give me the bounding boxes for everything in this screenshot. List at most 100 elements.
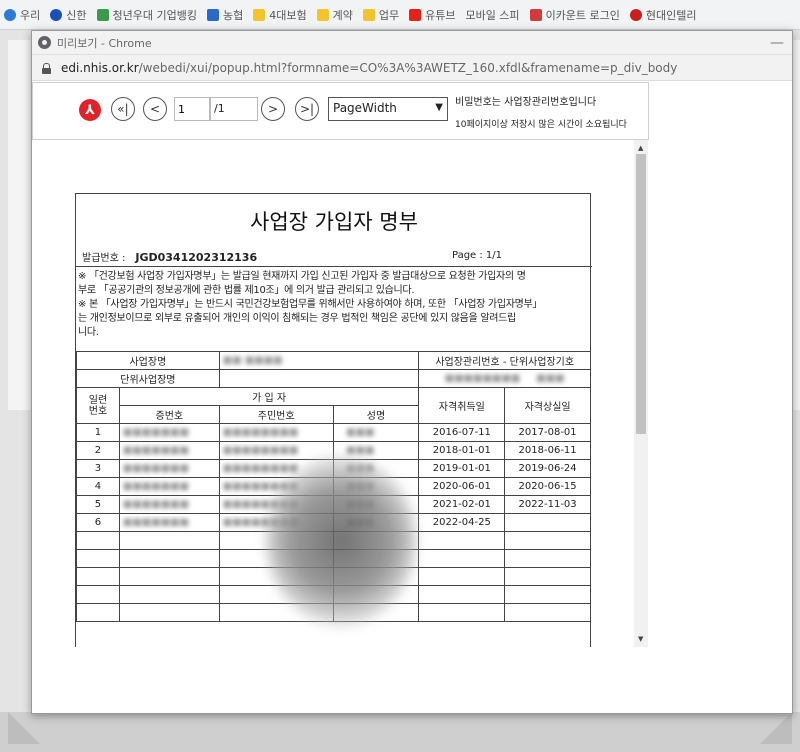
row-serial: 5 xyxy=(76,495,120,514)
bookmark-work[interactable]: 업무 xyxy=(362,7,399,23)
row-serial: 6 xyxy=(76,513,120,532)
table-row: 1 ■■■■■■■ ■■■■■■■■ ■■■ 2016-07-11 2017-0… xyxy=(76,423,591,442)
note-line: ※ 본 「사업장 가입자명부」는 반드시 국민건강보험업무를 위해서만 사용하여… xyxy=(78,299,543,310)
prev-page-button[interactable]: < xyxy=(143,97,167,121)
row-cert-no: ■■■■■■■ xyxy=(118,423,220,442)
document-scrollbar[interactable]: ▲ ▼ xyxy=(634,140,648,647)
bookmark-contract[interactable]: 계약 xyxy=(316,7,353,23)
business-name-label: 사업장명 xyxy=(76,351,220,370)
unit-business-label: 단위사업장명 xyxy=(76,369,220,388)
window-titlebar[interactable]: 미리보기 - Chrome — xyxy=(32,31,792,55)
resize-corner-left xyxy=(8,712,40,744)
url-domain: edi.nhis.or.kr xyxy=(61,60,139,75)
resident-no-header: 주민번호 xyxy=(218,405,334,424)
row-serial: 3 xyxy=(76,459,120,478)
background-panel-left xyxy=(8,40,32,410)
row-cert-no: ■■■■■■■ xyxy=(118,441,220,460)
document-notes: ※ 「건강보험 사업장 가입자명부」는 발급일 현재까지 가입 신고된 가입자 … xyxy=(76,266,592,343)
row-lost-date: 2018-06-11 xyxy=(504,441,591,460)
row-cert-no: ■■■■■■■ xyxy=(118,495,220,514)
row-lost-date: 2020-06-15 xyxy=(504,477,591,496)
pdf-export-icon[interactable]: ⅄ xyxy=(79,99,101,121)
document-title: 사업장 가입자 명부 xyxy=(250,210,418,234)
row-serial: 4 xyxy=(76,477,120,496)
bookmark-youth-bank[interactable]: 청년우대 기업뱅킹 xyxy=(96,7,197,23)
address-bar[interactable]: edi.nhis.or.kr/webedi/xui/popup.html?for… xyxy=(32,55,792,81)
folder-icon xyxy=(362,8,375,21)
window-title: 미리보기 - Chrome xyxy=(57,36,152,50)
subscriber-header: 가 입 자 xyxy=(118,387,420,406)
scroll-up-icon[interactable]: ▲ xyxy=(638,144,643,152)
folder-icon xyxy=(316,8,329,21)
background-bottom xyxy=(0,712,800,752)
page-number-input[interactable] xyxy=(174,97,210,121)
youtube-icon xyxy=(409,8,422,21)
name-header: 성명 xyxy=(332,405,420,424)
bookmark-youtube[interactable]: 유튜브 xyxy=(409,7,455,23)
folder-icon xyxy=(253,8,266,21)
bookmark-nonghyup[interactable]: 농협 xyxy=(206,7,243,23)
row-lost-date: 2022-11-03 xyxy=(504,495,591,514)
row-acquired-date: 2022-04-25 xyxy=(418,513,506,532)
row-acquired-date: 2016-07-11 xyxy=(418,423,506,442)
lost-date-header: 자격상실일 xyxy=(504,387,591,424)
zoom-select[interactable]: PageWidth ▼ xyxy=(328,97,448,121)
note-line: ※ 「건강보험 사업장 가입자명부」는 발급일 현재까지 가입 신고된 가입자 … xyxy=(78,271,526,282)
row-lost-date: 2017-08-01 xyxy=(504,423,591,442)
bookmark-woori[interactable]: 우리 xyxy=(4,7,40,23)
next-page-button[interactable]: > xyxy=(261,97,285,121)
lock-icon xyxy=(42,62,51,74)
report-viewer: ⅄ «| < /1 > >| PageWidth ▼ 비밀번호는 사업장관리번호… xyxy=(32,82,792,647)
row-cert-no: ■■■■■■■ xyxy=(118,459,220,478)
row-serial: 1 xyxy=(76,423,120,442)
row-lost-date: 2019-06-24 xyxy=(504,459,591,478)
business-name-value: ■■ ■■■■ xyxy=(218,351,420,370)
woori-icon xyxy=(4,8,16,21)
note-line: 부로 「공공기관의 정보공개에 관한 법률 제10조」에 의거 발급 관리되고 … xyxy=(78,285,415,296)
note-line: 니다. xyxy=(78,327,99,338)
bookmark-hyundai[interactable]: 현대인텔리 xyxy=(629,7,697,23)
first-page-button[interactable]: «| xyxy=(111,97,135,121)
bookmark-ecount[interactable]: 이카운트 로그인 xyxy=(529,7,620,23)
minimize-icon[interactable]: — xyxy=(770,35,784,51)
row-serial: 2 xyxy=(76,441,120,460)
row-acquired-date: 2018-01-01 xyxy=(418,441,506,460)
cert-no-header: 증번호 xyxy=(118,405,220,424)
url-path: /webedi/xui/popup.html?formname=CO%3A%3A… xyxy=(138,60,678,75)
scroll-down-icon[interactable]: ▼ xyxy=(638,635,643,643)
note-line: 는 개인정보이므로 외부로 유출되어 개인의 이익이 침해되는 경우 법적인 책… xyxy=(78,313,516,324)
bookmark-shinhan[interactable]: 신한 xyxy=(50,7,87,23)
row-resident-no: ■■■■■■■■ xyxy=(218,423,334,442)
shinhan-icon xyxy=(50,8,63,21)
page-total: /1 xyxy=(210,97,258,121)
bookmark-insurance[interactable]: 4대보험 xyxy=(253,7,307,23)
scroll-thumb[interactable] xyxy=(636,154,646,434)
chevron-down-icon: ▼ xyxy=(435,102,443,113)
viewer-toolbar: ⅄ «| < /1 > >| PageWidth ▼ 비밀번호는 사업장관리번호… xyxy=(32,82,649,140)
member-register-document: 사업장 가입자 명부 발급번호 : JGD0341202312136 Page :… xyxy=(75,193,592,647)
save-time-notice: 10페이지이상 저장시 많은 시간이 소요됩니다 xyxy=(455,120,627,130)
acquired-date-header: 자격취득일 xyxy=(418,387,506,424)
issue-number-row: 발급번호 : JGD0341202312136 xyxy=(82,249,257,264)
document-area: 사업장 가입자 명부 발급번호 : JGD0341202312136 Page :… xyxy=(32,140,649,647)
redaction-blur xyxy=(266,456,416,626)
youth-bank-icon xyxy=(96,8,109,21)
business-mgmt-no-value: ■■■■■■■■ ■■■ xyxy=(418,369,591,388)
hyundai-icon xyxy=(629,8,642,21)
last-page-button[interactable]: >| xyxy=(295,97,319,121)
row-cert-no: ■■■■■■■ xyxy=(118,513,220,532)
chrome-icon xyxy=(38,36,51,49)
password-notice: 비밀번호는 사업장관리번호입니다 xyxy=(455,97,597,108)
row-cert-no: ■■■■■■■ xyxy=(118,477,220,496)
row-name: ■■■ xyxy=(332,423,420,442)
row-acquired-date: 2020-06-01 xyxy=(418,477,506,496)
zoom-value: PageWidth xyxy=(333,101,397,115)
row-acquired-date: 2021-02-01 xyxy=(418,495,506,514)
header-row-1: 일련번호 가 입 자 자격취득일 자격상실일 xyxy=(76,387,591,424)
bookmark-mobile[interactable]: 모바일 스피 xyxy=(465,7,519,23)
row-lost-date xyxy=(504,513,591,532)
bookmarks-bar: 우리 신한 청년우대 기업뱅킹 농협 4대보험 계약 업무 유튜브 모바일 스피… xyxy=(0,0,800,30)
unit-business-row: 단위사업장명 ■■■■■■■■ ■■■ xyxy=(76,369,591,388)
page-info: Page : 1/1 xyxy=(452,250,503,261)
row-resident-no: ■■■■■■■■ xyxy=(218,441,334,460)
